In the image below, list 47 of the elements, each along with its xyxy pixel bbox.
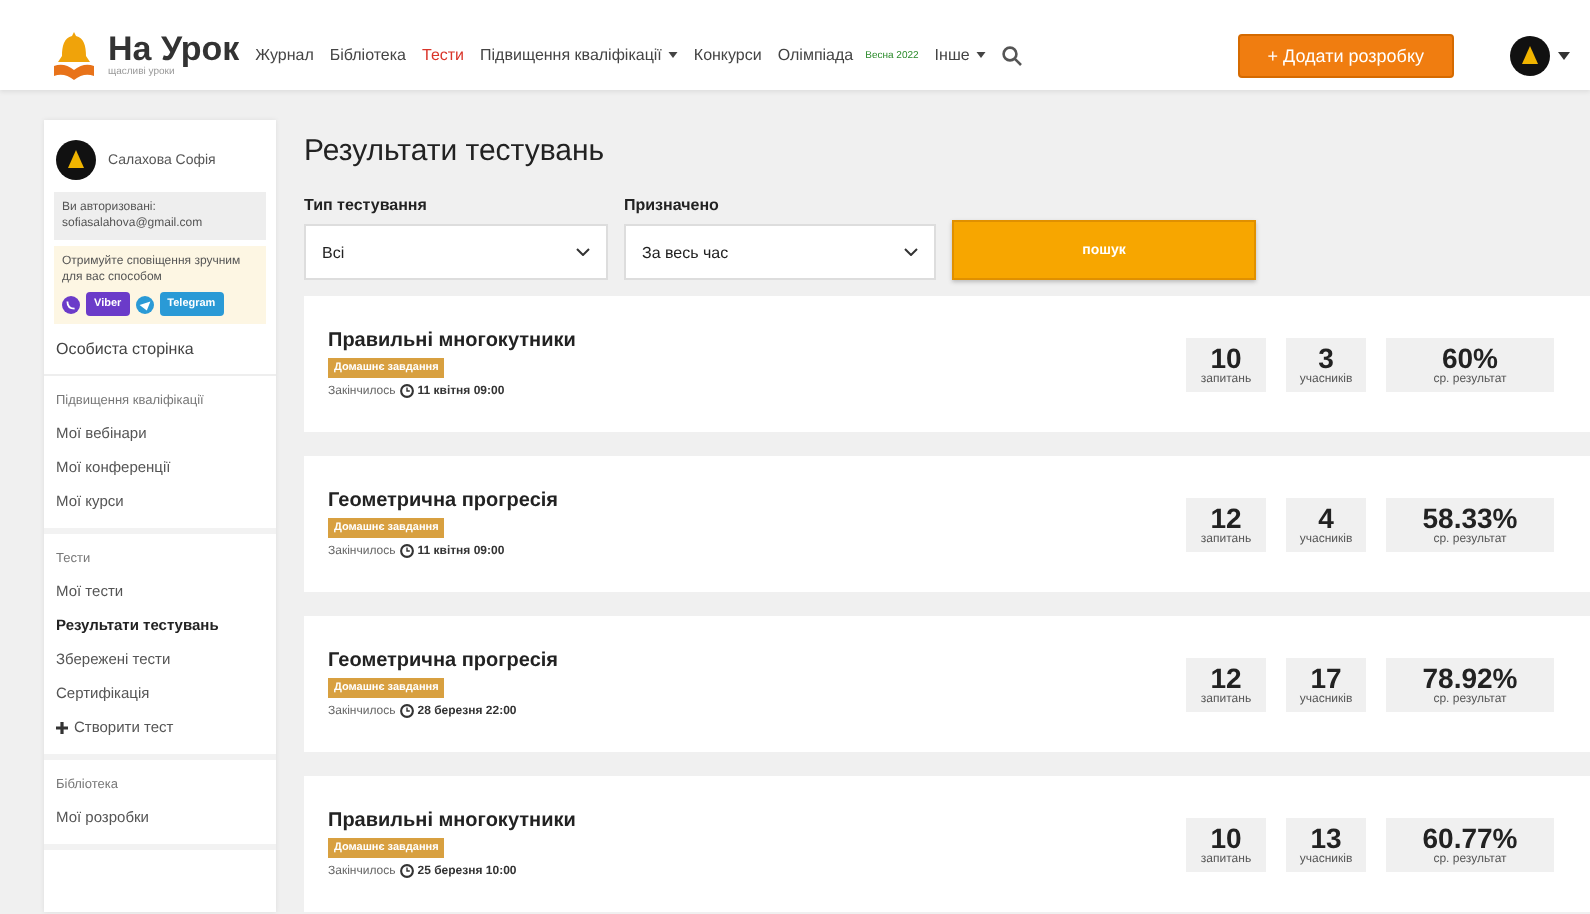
stat-value: 78.92% [1422,663,1518,693]
nav-link[interactable]: Підвищення кваліфікації [480,46,662,64]
test-title[interactable]: Правильні многокутники [328,810,576,832]
season-label: Весна 2022 [865,49,919,61]
stat-value: 4 [1318,503,1334,533]
test-title[interactable]: Геометрична прогресія [328,490,558,512]
dropdown-field[interactable]: За весь час [624,224,936,280]
stat-value: 10 [1210,343,1242,373]
test-title[interactable]: Правильні многокутники [328,330,576,352]
search-icon[interactable] [1001,45,1022,65]
stat-value: 13 [1310,823,1342,853]
stat-value: 58.33% [1422,503,1518,533]
nav-link[interactable]: Бібліотека [329,46,406,64]
caret-icon[interactable] [667,52,678,58]
filter-label: Тип тестування [304,196,429,214]
stat-value: 3 [1318,343,1334,373]
stat-value: 12 [1210,663,1242,693]
stat-value: 60.77% [1422,823,1518,853]
clock-icon [399,544,414,558]
stat-value: 10 [1210,823,1242,853]
stat-value: 60% [1441,343,1499,373]
nav-link[interactable]: Олімпіада [777,46,854,64]
stat-value: 12 [1210,503,1242,533]
caret-icon[interactable] [975,52,986,58]
plus-icon [56,721,68,733]
clock-icon [399,704,414,718]
paper-plane-icon[interactable] [135,295,154,313]
nav-link[interactable]: Тести [422,46,465,64]
phone-icon[interactable] [62,295,80,313]
dropdown-field[interactable]: Всі [304,224,608,280]
nav-link[interactable]: Конкурси [693,46,762,64]
caret-icon[interactable] [1558,51,1570,59]
stat-value: 17 [1310,663,1342,693]
page-title: Результати тестувань [304,134,607,168]
test-title[interactable]: Геометрична прогресія [328,650,558,672]
profile-link[interactable]: Особиста сторінка [44,324,276,376]
clock-icon [399,384,414,398]
avatar-icon [56,140,96,180]
nav-link[interactable]: Журнал [255,46,314,64]
clock-icon [399,864,414,878]
filter-label: Призначено [624,196,721,214]
chevron-icon[interactable] [904,248,918,256]
site-logo[interactable]: На Урок [108,32,240,66]
nav-link[interactable]: Інше [934,46,970,64]
chevron-icon[interactable] [576,248,590,256]
avatar-icon [1510,35,1550,75]
bell-logo-icon [52,29,96,81]
